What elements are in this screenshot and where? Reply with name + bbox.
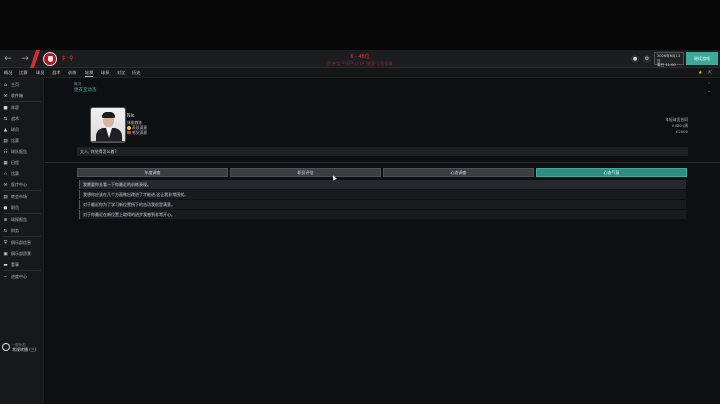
sidebar-item-dev-center[interactable]: ∼ 进度中心 [3,273,43,281]
pin-icon[interactable]: ‡ [62,55,65,62]
transfer-icon: ▤ [3,195,8,200]
sidebar-item-players[interactable]: ▲ 球员 [3,126,43,134]
list-item[interactable]: 我想你应该在几个方面做出改进了才能进,这让我非常困扰。 [79,190,686,199]
youth-icon: ↻ [3,229,8,234]
date-line-1: 2026年6月13日 [657,54,681,63]
sidebar-item-matches[interactable]: ▤ 比赛 [3,137,43,145]
tab-mood[interactable]: 心态气氛 [536,168,687,177]
club-logo[interactable] [43,52,57,66]
menu-item-scouting[interactable]: 球探 [101,70,109,76]
menu-bar: 概况 比赛 球员 战术 训练 轮换 球探 对比 历史 ★ ⇱ [0,68,720,78]
finance-icon: ▣ [3,252,8,257]
fixture-main: 6 · 46位 [350,54,370,60]
sidebar-item-schedule[interactable]: ▦ 日程 [3,159,43,167]
menu-item-rotation[interactable]: 轮换 [85,70,94,77]
vision-icon: ∼ [3,275,8,280]
page-title: 更衣室动态 [74,88,97,93]
staff-avatar[interactable] [90,107,126,143]
staff-name[interactable]: Nic [127,114,135,119]
expand-icon[interactable]: ⇱ [708,70,712,76]
dev-icon: ⊕ [3,218,8,223]
sidebar-divider [3,190,41,191]
club-icon: ▬ [3,263,8,268]
sidebar: ⌂ 主页 ✉ 收件箱 ■ 阵容 ⇅ 战术 ▲ 球员 ▤ 比赛 ☷ 球队报告 ▦ 日程 ☆ 比赛 ✉… [0,78,44,404]
menu-item-overview[interactable]: 概况 [4,70,12,76]
sidebar-divider [3,101,41,102]
forward-icon[interactable]: → [20,53,30,65]
date-line-2: 周日 11:00 [657,63,676,67]
sidebar-item-squad[interactable]: ■ 阵容 [3,104,43,112]
list-item[interactable]: 我需要你去看一下你最近的训练表现。 [79,180,686,189]
staff-icon: ● [3,206,8,211]
stats-icon: ▦ [3,161,8,166]
trophy-icon: ☆ [3,172,8,177]
staff-note: 感觉满意 [127,130,147,136]
next-page-icon[interactable]: ⌄ [707,88,711,94]
list-item[interactable]: 对于最近你为了学习新位置所下的苦功我很是满意。 [79,200,686,209]
sidebar-item-home[interactable]: ⌂ 主页 [3,81,43,89]
fixture-sub: 欧洲(女子)EFA U-19 (联赛·1/8)赛事 [327,61,393,66]
board-icon: ⛨ [3,241,8,246]
fixture-title[interactable]: 6 · 46位 欧洲(女子)EFA U-19 (联赛·1/8)赛事 [250,53,470,67]
list-item[interactable]: 对于你最近在新位置上取得的进步我感到非常开心。 [79,210,686,219]
sidebar-item-medical[interactable]: ✉ 医疗中心 [3,181,43,189]
smile-icon [127,125,131,130]
award-icon[interactable]: ★ [698,70,702,76]
flag-icon [127,131,131,134]
sidebar-item-staff[interactable]: ● 职员 [3,204,43,212]
sidebar-item-club-info[interactable]: ⛨ 俱乐部信息 [3,239,43,247]
squad-icon: ■ [3,106,8,111]
continue-button[interactable]: 继续游戏 [686,52,718,65]
progress-ring-icon [2,343,10,351]
menu-item-players[interactable]: 球员 [36,70,44,76]
sidebar-item-board[interactable]: ▬ 董事 [3,261,43,269]
search-icon[interactable]: ⚲ [69,55,73,62]
menu-item-training[interactable]: 训练 [68,70,76,76]
sidebar-divider [3,270,41,271]
back-icon[interactable]: ← [3,53,13,65]
quote-banner: 大人, 你觉得怎么着? [77,147,688,156]
sidebar-item-competitions[interactable]: ☆ 比赛 [3,170,43,178]
tab-mental-survey[interactable]: 心态调查 [383,168,534,177]
sidebar-item-team-report[interactable]: ☷ 球队报告 [3,148,43,156]
status-value: 常规转播 (三) [12,347,37,352]
menu-item-tactics[interactable]: 战术 [52,70,60,76]
inbox-icon: ✉ [3,94,8,99]
schedule-icon: ☷ [3,150,8,155]
sidebar-item-scout-report[interactable]: ⊕ 球探报告 [3,216,43,224]
menu-item-matches[interactable]: 比赛 [19,70,27,76]
main-panel: 概况 更衣室动态 ⌃ ⌄ Nic 体能教练 表现满意 感觉满意 年轻球员合同 £… [45,78,720,404]
sidebar-divider [3,213,41,214]
accent-stripe [30,50,40,68]
sidebar-item-tactics[interactable]: ⇅ 战术 [3,115,43,123]
tactics-icon: ⇅ [3,117,8,122]
training-icon: ▲ [3,128,8,133]
home-icon: ⌂ [4,83,7,88]
sidebar-item-inbox[interactable]: ✉ 收件箱 [3,92,43,100]
mail-icon: ✉ [3,183,8,188]
top-blank-area [0,0,720,50]
section-divider [45,162,720,163]
data-icon: ▤ [3,139,8,144]
menu-item-history[interactable]: 历史 [132,70,140,76]
date-display[interactable]: 2026年6月13日 周日 11:00 [654,52,684,67]
tab-staff-review[interactable]: 职员评估 [230,168,381,177]
sidebar-item-transfers[interactable]: ▤ 转会市场 [3,193,43,201]
settings-icon[interactable]: ⚙ [643,55,651,63]
sidebar-item-finances[interactable]: ↻ 财务 [3,227,43,235]
header-bar: ← → ‡ ⚲ 6 · 46位 欧洲(女子)EFA U-19 (联赛·1/8)赛… [0,50,720,68]
info-icon[interactable]: ● [631,55,639,63]
sidebar-divider [3,236,41,237]
sidebar-item-club-vision[interactable]: ▣ 俱乐部愿景 [3,250,43,258]
tab-annual-survey[interactable]: 年度调查 [77,168,228,177]
contract-value: £2000 [675,129,688,134]
menu-item-compare[interactable]: 对比 [117,70,125,76]
